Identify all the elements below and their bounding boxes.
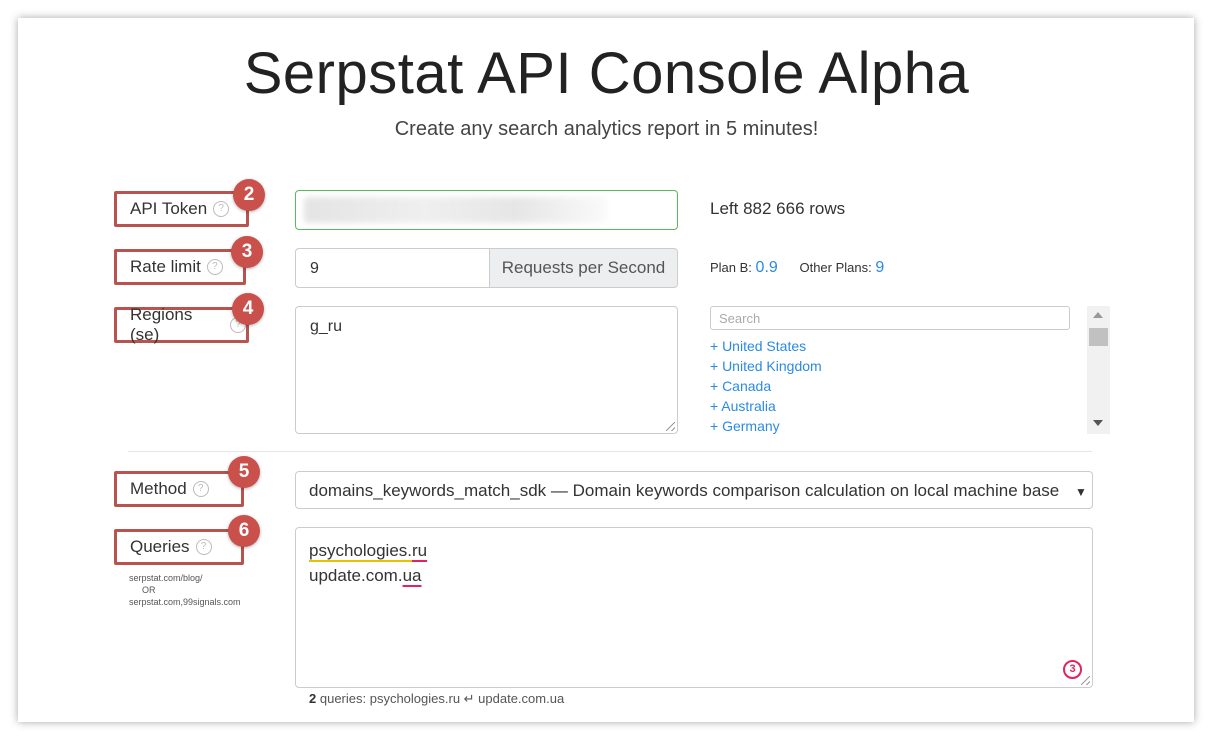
queries-summary-text: queries: psychologies.ru ↵ update.com.ua [319,691,565,706]
rate-limit-label-text: Rate limit [130,257,201,276]
plan-limits: Plan B: 0.9 Other Plans: 9 [710,259,884,277]
step-badge: 6 [228,515,260,547]
query-text: ua [402,566,422,585]
regions-label: Regions (se) ? [114,305,249,344]
queries-example-hint: serpstat.com/blog/ OR serpstat.com,99sig… [129,572,241,608]
help-icon[interactable]: ? [195,539,212,555]
query-line: psychologies.ru [309,538,1079,563]
method-select[interactable]: domains_keywords_match_sdk — Domain keyw… [295,471,1093,509]
plan-b-label: Plan B: [710,260,752,275]
step-badge: 5 [228,456,260,488]
scroll-thumb[interactable] [1089,328,1108,346]
region-option[interactable]: + Germany [710,416,822,436]
scroll-down-arrow-icon[interactable] [1093,420,1103,426]
queries-count: 2 [309,691,317,706]
page-subtitle: Create any search analytics report in 5 … [394,118,819,140]
api-token-label: API Token ? [114,191,249,227]
regions-label-text: Regions (se) [130,305,193,344]
queries-summary: 2 queries: psychologies.ru ↵ update.com.… [309,691,564,707]
resize-handle-icon[interactable] [666,422,675,431]
step-badge: 2 [233,179,265,211]
query-text: ru [412,541,428,560]
region-search-input[interactable]: Search [710,306,1070,330]
help-icon[interactable]: ? [206,259,223,275]
query-line: update.com.ua [309,563,1079,588]
hint-line: serpstat.com,99signals.com [129,597,241,607]
region-option[interactable]: + United Kingdom [710,356,822,376]
other-plans-label: Other Plans: [799,260,872,275]
step-badge: 3 [231,236,263,268]
api-token-input[interactable] [295,190,678,230]
rows-left-text: Left 882 666 rows [710,199,846,218]
hint-line: OR [142,585,156,595]
rate-limit-label: Rate limit ? [114,249,246,285]
help-icon[interactable]: ? [192,481,209,497]
grammar-check-icon[interactable]: 3 [1063,660,1082,679]
region-list-scrollbar[interactable] [1087,306,1110,434]
region-list: + United States + United Kingdom + Canad… [710,336,822,436]
api-token-label-text: API Token [130,199,208,218]
plan-b-value: 0.9 [755,259,778,276]
regions-textarea[interactable]: g_ru [295,306,678,434]
other-plans-value: 9 [875,259,885,276]
queries-textarea[interactable]: psychologies.ru update.com.ua [295,527,1093,688]
resize-handle-icon[interactable] [1081,676,1090,685]
scroll-up-arrow-icon[interactable] [1093,312,1103,318]
region-option[interactable]: + United States [710,336,822,356]
method-label-text: Method [130,479,187,498]
query-text: psychologies. [309,541,413,560]
region-option[interactable]: + Australia [710,396,822,416]
regions-value: g_ru [310,318,343,335]
page-title: Serpstat API Console Alpha [243,41,970,106]
dropdown-arrow-icon[interactable]: ▼ [1075,485,1087,499]
rate-limit-unit: Requests per Second [489,248,678,288]
query-text: update.com. [309,566,403,585]
rate-limit-input[interactable]: 9 [295,248,490,288]
step-badge: 4 [232,293,264,325]
help-icon[interactable]: ? [213,201,230,217]
queries-label: Queries ? [114,529,244,565]
queries-label-text: Queries [130,537,190,556]
region-option[interactable]: + Canada [710,376,822,396]
section-divider [128,451,1092,452]
blurred-token-value [304,197,607,223]
method-label: Method ? [114,471,244,507]
hint-line: serpstat.com/blog/ [129,573,203,583]
